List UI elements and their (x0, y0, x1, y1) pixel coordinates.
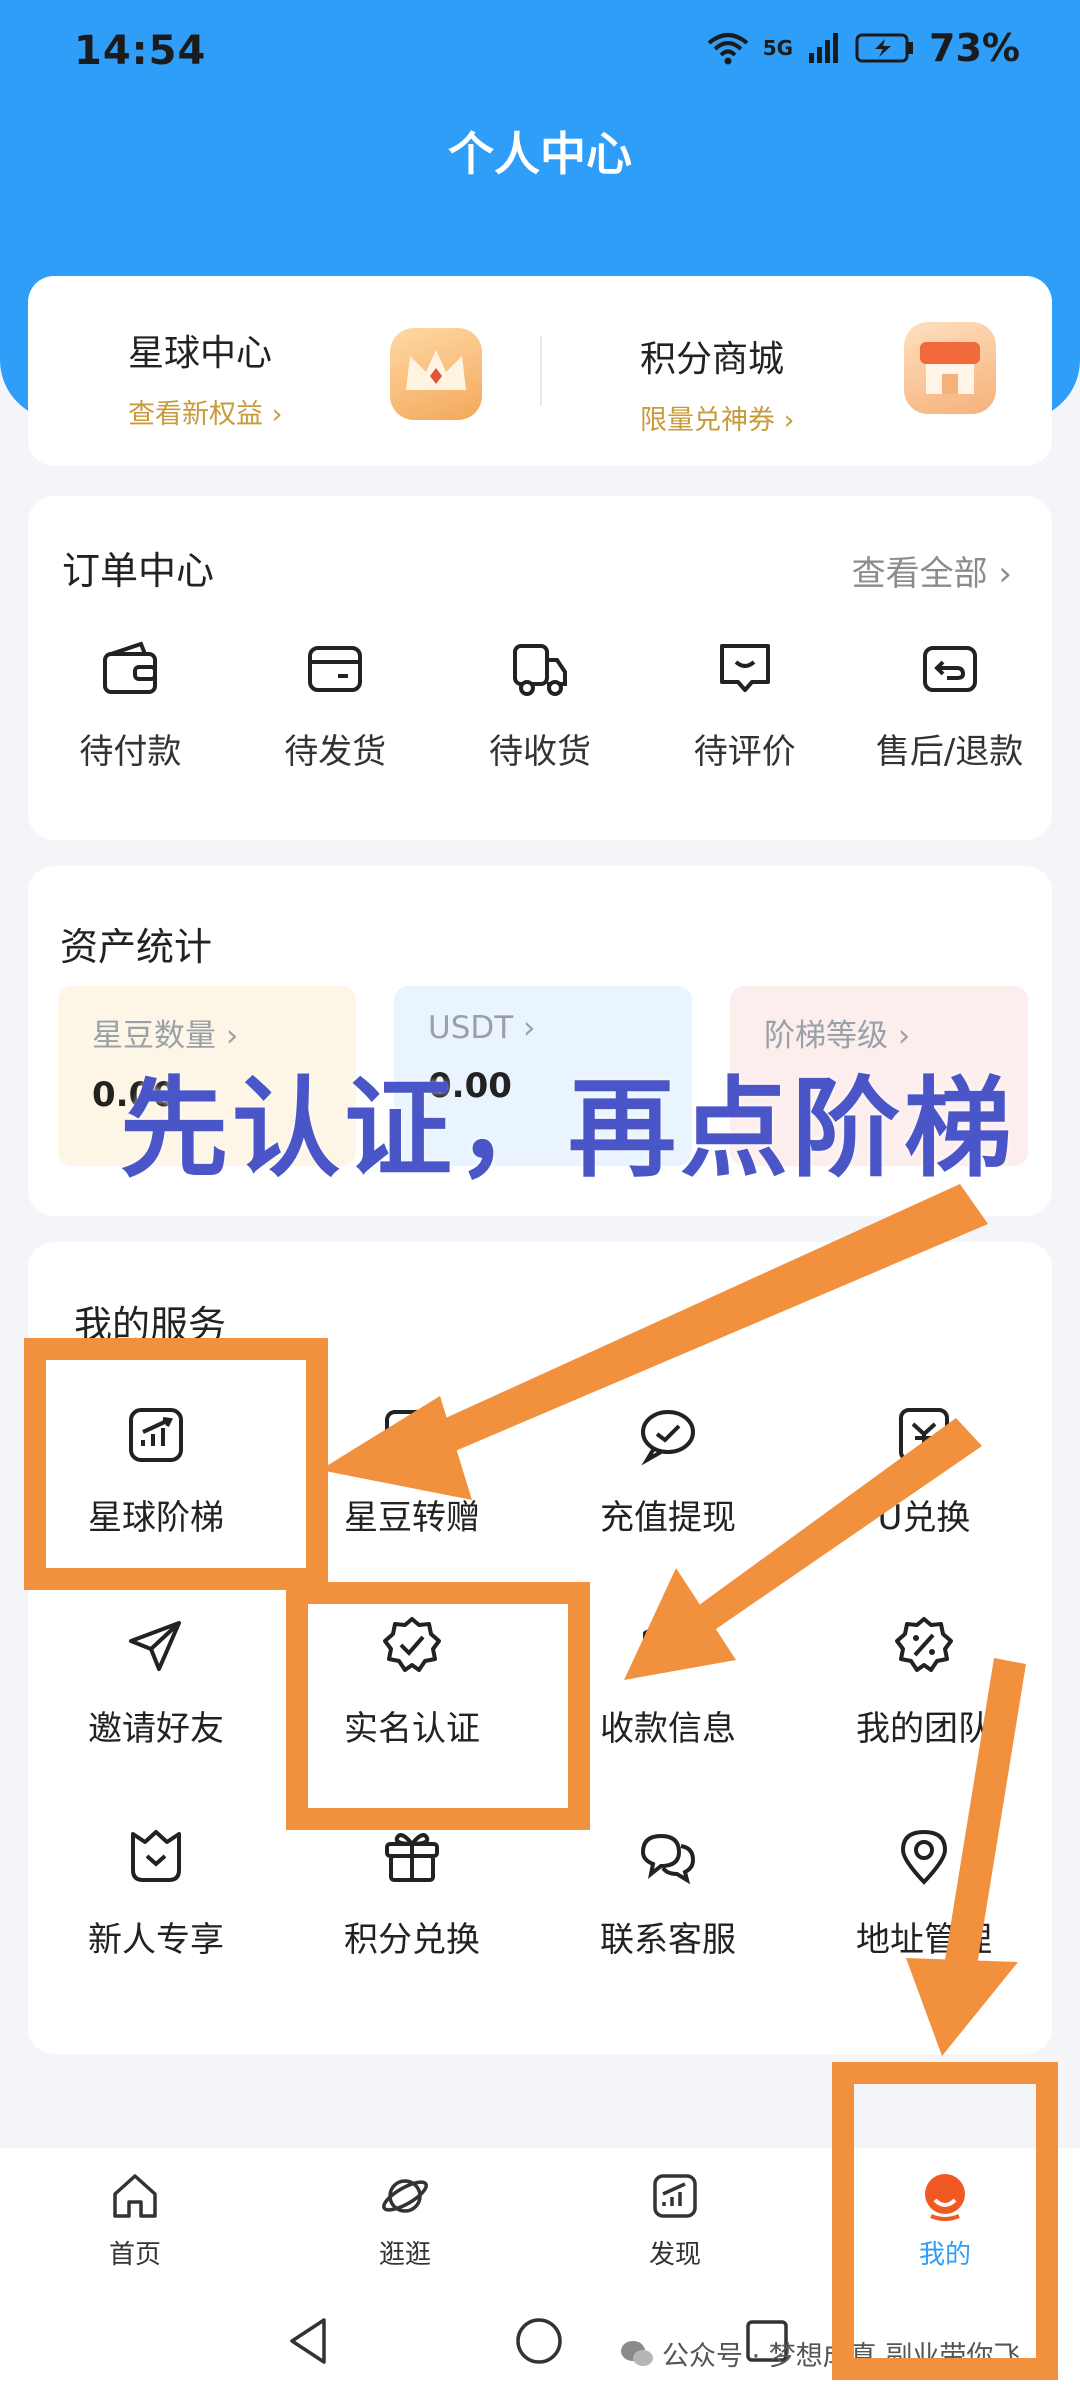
home-icon (113, 2174, 157, 2218)
signal-icon (809, 33, 839, 63)
order-pending-payment[interactable]: 待付款 (28, 636, 233, 773)
order-label: 待付款 (79, 732, 182, 772)
shop-icon (904, 322, 996, 414)
order-label: 售后/退款 (875, 732, 1024, 772)
order-to-receive[interactable]: 待收货 (438, 636, 643, 773)
highlight-box-verification (286, 1582, 590, 1830)
highlight-box-planet-ladder (24, 1338, 328, 1590)
view-all-orders-link[interactable]: 查看全部 › (852, 546, 1012, 595)
return-icon (922, 646, 977, 692)
service-address-management[interactable]: 地址管理 (796, 1824, 1052, 1961)
chat-icon (640, 1833, 696, 1885)
service-newcomer-exclusive[interactable]: 新人专享 (28, 1824, 284, 1961)
page-title: 个人中心 (448, 127, 632, 181)
service-label: U兑换 (877, 1498, 971, 1538)
package-icon (308, 646, 363, 692)
order-after-sales[interactable]: 售后/退款 (847, 636, 1052, 773)
quick-card: 星球中心 查看新权益 › 积分商城 限量兑神券 › (28, 276, 1052, 466)
service-recharge-withdraw[interactable]: 充值提现 (540, 1402, 796, 1539)
service-u-exchange[interactable]: U兑换 (796, 1402, 1052, 1539)
location-icon (900, 1829, 948, 1885)
gift-shield-icon (131, 1830, 181, 1882)
tab-label: 逛逛 (378, 2240, 431, 2270)
receipt-icon (643, 1619, 693, 1665)
recharge-icon (641, 1410, 695, 1466)
network-type: 5G (762, 36, 794, 60)
card-icon (385, 1410, 439, 1460)
service-label: 联系客服 (600, 1920, 736, 1960)
wifi-icon (707, 33, 748, 65)
service-invite-friends[interactable]: 邀请好友 (28, 1613, 284, 1750)
order-label: 待评价 (693, 732, 796, 772)
tab-label: 发现 (648, 2240, 701, 2270)
battery-percent: 73% (929, 26, 1020, 70)
points-mall-entry[interactable]: 积分商城 限量兑神券 › (540, 322, 1052, 436)
exchange-icon (899, 1408, 949, 1462)
service-my-team[interactable]: 我的团队 (796, 1613, 1052, 1750)
service-customer-support[interactable]: 联系客服 (540, 1824, 796, 1961)
asset-section-title: 资产统计 (60, 925, 213, 969)
discount-icon (895, 1617, 953, 1672)
wallet-icon (103, 641, 158, 694)
order-to-ship[interactable]: 待发货 (233, 636, 438, 773)
truck-icon (512, 644, 567, 696)
tab-label: 首页 (108, 2240, 161, 2270)
order-to-review[interactable]: 待评价 (642, 636, 847, 773)
service-label: 邀请好友 (88, 1709, 224, 1749)
tab-browse[interactable]: 逛逛 (270, 2148, 540, 2288)
trend-icon (653, 2174, 697, 2218)
highlight-box-mine-tab (832, 2062, 1058, 2380)
send-icon (129, 1621, 181, 1671)
tab-discover[interactable]: 发现 (540, 2148, 810, 2288)
order-label: 待收货 (488, 732, 591, 772)
gift-icon (385, 1833, 439, 1882)
asset-label: USDT › (428, 1010, 536, 1046)
home-button-icon[interactable] (514, 2316, 564, 2366)
status-bar: 14:54 5G 73% (0, 0, 1080, 110)
order-label: 待发货 (284, 732, 387, 772)
comment-icon (719, 644, 770, 692)
annotation-text: 先认证，再点阶梯 (120, 1067, 1017, 1192)
service-label: 新人专享 (88, 1920, 224, 1960)
planet-center-entry[interactable]: 星球中心 查看新权益 › (28, 276, 540, 466)
battery-icon (855, 33, 914, 63)
order-center-card: 订单中心 查看全部 › 待付款 待发货 待收货 待评价 售后/退款 (28, 496, 1052, 840)
service-points-exchange[interactable]: 积分兑换 (284, 1824, 540, 1961)
service-label: 积分兑换 (344, 1920, 480, 1960)
planet-icon (382, 2179, 428, 2213)
back-icon[interactable] (284, 2314, 332, 2368)
crown-icon (390, 328, 482, 420)
status-time: 14:54 (74, 28, 207, 74)
service-label: 我的团队 (856, 1709, 992, 1749)
wechat-icon (621, 2340, 653, 2366)
status-icons: 5G 73% (707, 26, 1020, 70)
order-status-row: 待付款 待发货 待收货 待评价 售后/退款 (28, 636, 1052, 773)
order-section-title: 订单中心 (62, 549, 215, 593)
service-label: 充值提现 (600, 1498, 736, 1538)
service-label: 地址管理 (856, 1920, 992, 1960)
tab-home[interactable]: 首页 (0, 2148, 270, 2288)
